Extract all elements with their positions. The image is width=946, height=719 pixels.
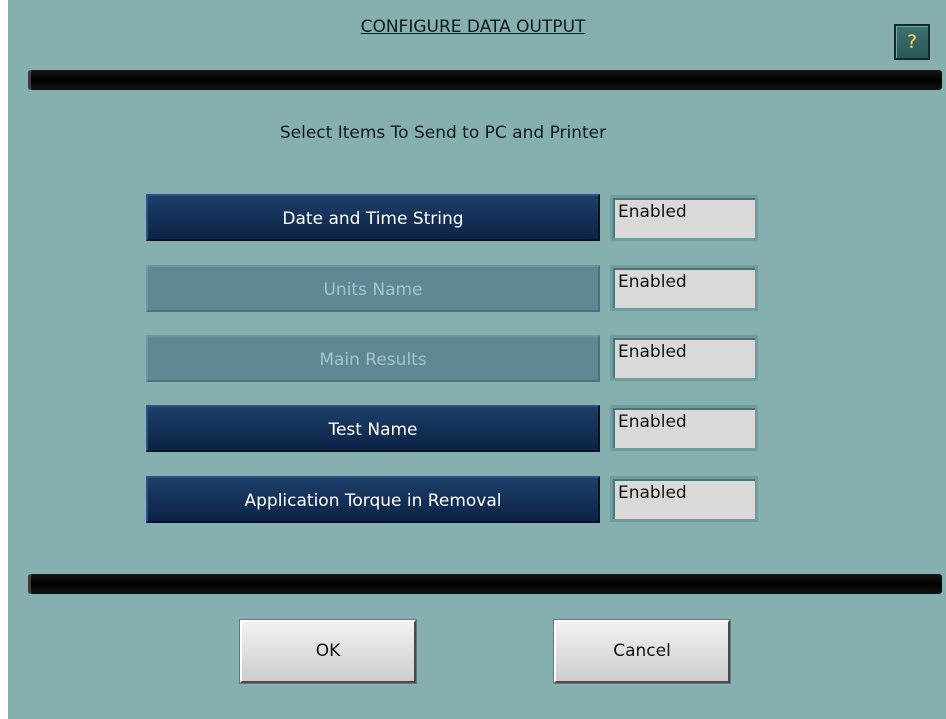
item-button-application-torque[interactable]: Application Torque in Removal <box>146 476 600 523</box>
bottom-divider-bar <box>28 574 942 594</box>
item-status-units-name: Enabled <box>610 265 758 311</box>
top-divider-bar <box>28 70 942 90</box>
item-button-date-time[interactable]: Date and Time String <box>146 194 600 241</box>
instruction-text: Select Items To Send to PC and Printer <box>279 123 607 143</box>
help-button[interactable]: ? <box>894 24 930 60</box>
cancel-button[interactable]: Cancel <box>553 619 731 684</box>
item-button-main-results[interactable]: Main Results <box>146 335 600 382</box>
ok-button[interactable]: OK <box>239 619 417 684</box>
dialog-title: CONFIGURE DATA OUTPUT <box>360 17 586 37</box>
item-status-date-time: Enabled <box>610 195 758 241</box>
item-status-test-name: Enabled <box>610 405 758 451</box>
item-button-units-name[interactable]: Units Name <box>146 265 600 312</box>
item-button-test-name[interactable]: Test Name <box>146 405 600 452</box>
item-status-application-torque: Enabled <box>610 476 758 522</box>
item-status-main-results: Enabled <box>610 335 758 381</box>
